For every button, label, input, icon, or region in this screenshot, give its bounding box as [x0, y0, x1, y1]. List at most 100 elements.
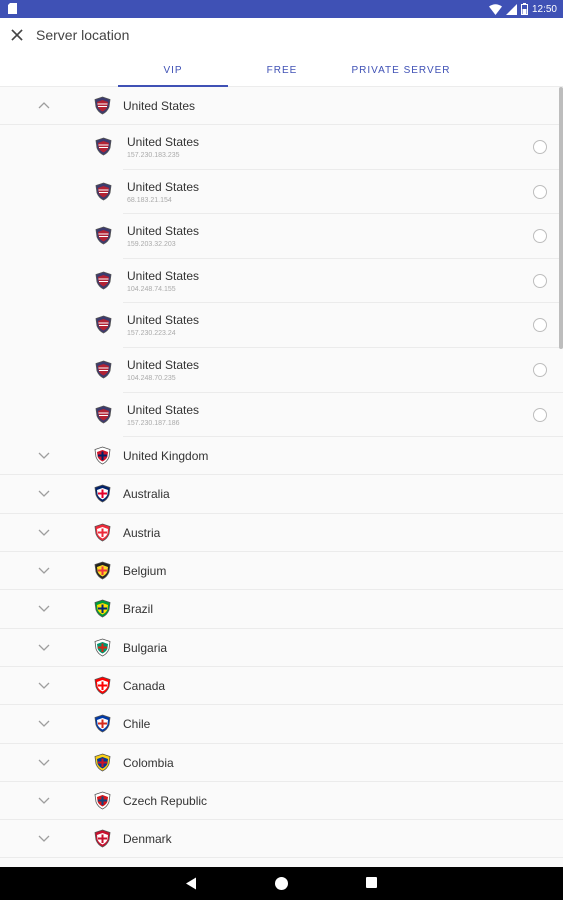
server-name: United States: [127, 135, 200, 149]
flag-shield-icon: [94, 96, 111, 115]
server-ip: 157.230.183.235: [127, 152, 180, 159]
wifi-icon: [488, 3, 502, 15]
server-name: United States: [127, 179, 200, 194]
server-name: United States: [127, 268, 200, 283]
server-row[interactable]: United States 157.230.187.186: [0, 392, 563, 438]
flag-shield-icon: [94, 753, 111, 771]
flag-shield-icon: [94, 561, 111, 580]
flag-shield-icon: [94, 485, 111, 503]
server-radio[interactable]: [533, 362, 547, 377]
country-name: United States: [123, 99, 196, 113]
server-row[interactable]: United States 104.248.70.235: [0, 347, 563, 393]
server-radio[interactable]: [533, 229, 547, 244]
country-row-czech-republic[interactable]: Czech Republic: [0, 781, 563, 821]
chevron-down-icon[interactable]: [37, 718, 51, 728]
server-name: United States: [127, 402, 200, 417]
flag-shield-icon: [95, 226, 112, 245]
home-icon[interactable]: [275, 877, 288, 890]
chevron-down-icon[interactable]: [37, 795, 51, 805]
clock: 12:50: [531, 3, 557, 15]
flag-shield-icon: [95, 315, 112, 334]
country-list: United Kingdom Australia Austria Belgium Bra…: [0, 437, 563, 859]
flag-shield-icon: [94, 446, 111, 465]
tab-bar: VIP FREE PRIVATE SERVER: [118, 64, 466, 87]
flag-shield-icon: [95, 360, 112, 379]
server-radio[interactable]: [533, 273, 547, 288]
server-row[interactable]: United States 157.230.223.24: [0, 303, 563, 348]
country-row-australia[interactable]: Australia: [0, 475, 563, 514]
country-row-belgium[interactable]: Belgium: [0, 552, 563, 591]
chevron-down-icon[interactable]: [37, 450, 51, 460]
chevron-down-icon[interactable]: [37, 833, 51, 843]
flag-shield-icon: [95, 182, 112, 201]
country-row-bulgaria[interactable]: Bulgaria: [0, 628, 563, 667]
country-row-brazil[interactable]: Brazil: [0, 590, 563, 629]
chevron-down-icon[interactable]: [37, 603, 51, 613]
server-row[interactable]: United States 68.183.21.154: [0, 169, 563, 215]
scrollbar[interactable]: [559, 87, 563, 349]
server-ip: 104.248.74.155: [127, 285, 176, 293]
status-bar: 12:50: [0, 0, 563, 18]
server-ip: 104.248.70.235: [127, 374, 176, 382]
country-name: Canada: [123, 678, 166, 693]
country-row-colombia[interactable]: Colombia: [0, 743, 563, 782]
server-radio[interactable]: [533, 140, 547, 154]
server-radio[interactable]: [533, 318, 547, 333]
flag-shield-icon: [94, 829, 111, 848]
country-name: Austria: [123, 525, 161, 540]
server-list[interactable]: United States United States 157.230.183.…: [0, 87, 563, 867]
server-ip: 159.203.32.203: [127, 241, 176, 249]
sim-card-icon: [8, 3, 17, 14]
battery-icon: [520, 3, 528, 15]
chevron-down-icon[interactable]: [37, 757, 51, 767]
app-bar: Server location VIP FREE PRIVATE SERVER: [0, 18, 563, 87]
flag-shield-icon: [94, 714, 111, 733]
navigation-bar: [0, 867, 563, 900]
chevron-down-icon[interactable]: [37, 680, 51, 690]
server-name: United States: [127, 313, 200, 328]
country-row-united-states[interactable]: United States: [0, 87, 563, 125]
country-row-austria[interactable]: Austria: [0, 513, 563, 553]
flag-shield-icon: [95, 405, 112, 424]
country-row-united-kingdom[interactable]: United Kingdom: [0, 437, 563, 476]
flag-shield-icon: [94, 676, 111, 695]
country-name: Brazil: [123, 602, 154, 617]
close-icon[interactable]: [8, 26, 26, 44]
flag-shield-icon: [94, 791, 111, 810]
country-name: Australia: [123, 487, 170, 502]
country-name: Czech Republic: [123, 793, 208, 808]
chevron-down-icon[interactable]: [37, 565, 51, 575]
tab-private-server[interactable]: PRIVATE SERVER: [336, 64, 466, 87]
server-row[interactable]: United States 159.203.32.203: [0, 214, 563, 259]
server-radio[interactable]: [533, 184, 547, 199]
flag-shield-icon: [94, 523, 111, 542]
server-name: United States: [127, 224, 200, 239]
flag-shield-icon: [95, 271, 112, 290]
server-ip: 157.230.187.186: [127, 419, 180, 427]
country-row-denmark[interactable]: Denmark: [0, 820, 563, 859]
country-row-canada[interactable]: Canada: [0, 666, 563, 706]
server-row[interactable]: United States 157.230.183.235: [0, 125, 563, 170]
country-name: Chile: [123, 717, 151, 732]
page-title: Server location: [36, 27, 130, 43]
server-radio[interactable]: [533, 407, 547, 422]
server-ip: 68.183.21.154: [127, 196, 172, 204]
recents-icon[interactable]: [366, 877, 377, 888]
server-ip: 157.230.223.24: [127, 330, 176, 338]
tab-free[interactable]: FREE: [228, 64, 336, 87]
chevron-down-icon[interactable]: [37, 642, 51, 652]
chevron-up-icon[interactable]: [37, 100, 51, 110]
chevron-down-icon[interactable]: [37, 527, 51, 537]
country-name: Denmark: [123, 832, 172, 847]
flag-shield-icon: [95, 137, 112, 156]
server-name: United States: [127, 357, 200, 372]
country-name: Bulgaria: [123, 640, 168, 655]
country-row-chile[interactable]: Chile: [0, 705, 563, 744]
tab-vip[interactable]: VIP: [118, 64, 228, 87]
flag-shield-icon: [94, 599, 111, 618]
country-name: Belgium: [123, 564, 167, 579]
back-icon[interactable]: [185, 877, 197, 890]
flag-shield-icon: [94, 638, 111, 657]
chevron-down-icon[interactable]: [37, 488, 51, 498]
server-row[interactable]: United States 104.248.74.155: [0, 258, 563, 304]
